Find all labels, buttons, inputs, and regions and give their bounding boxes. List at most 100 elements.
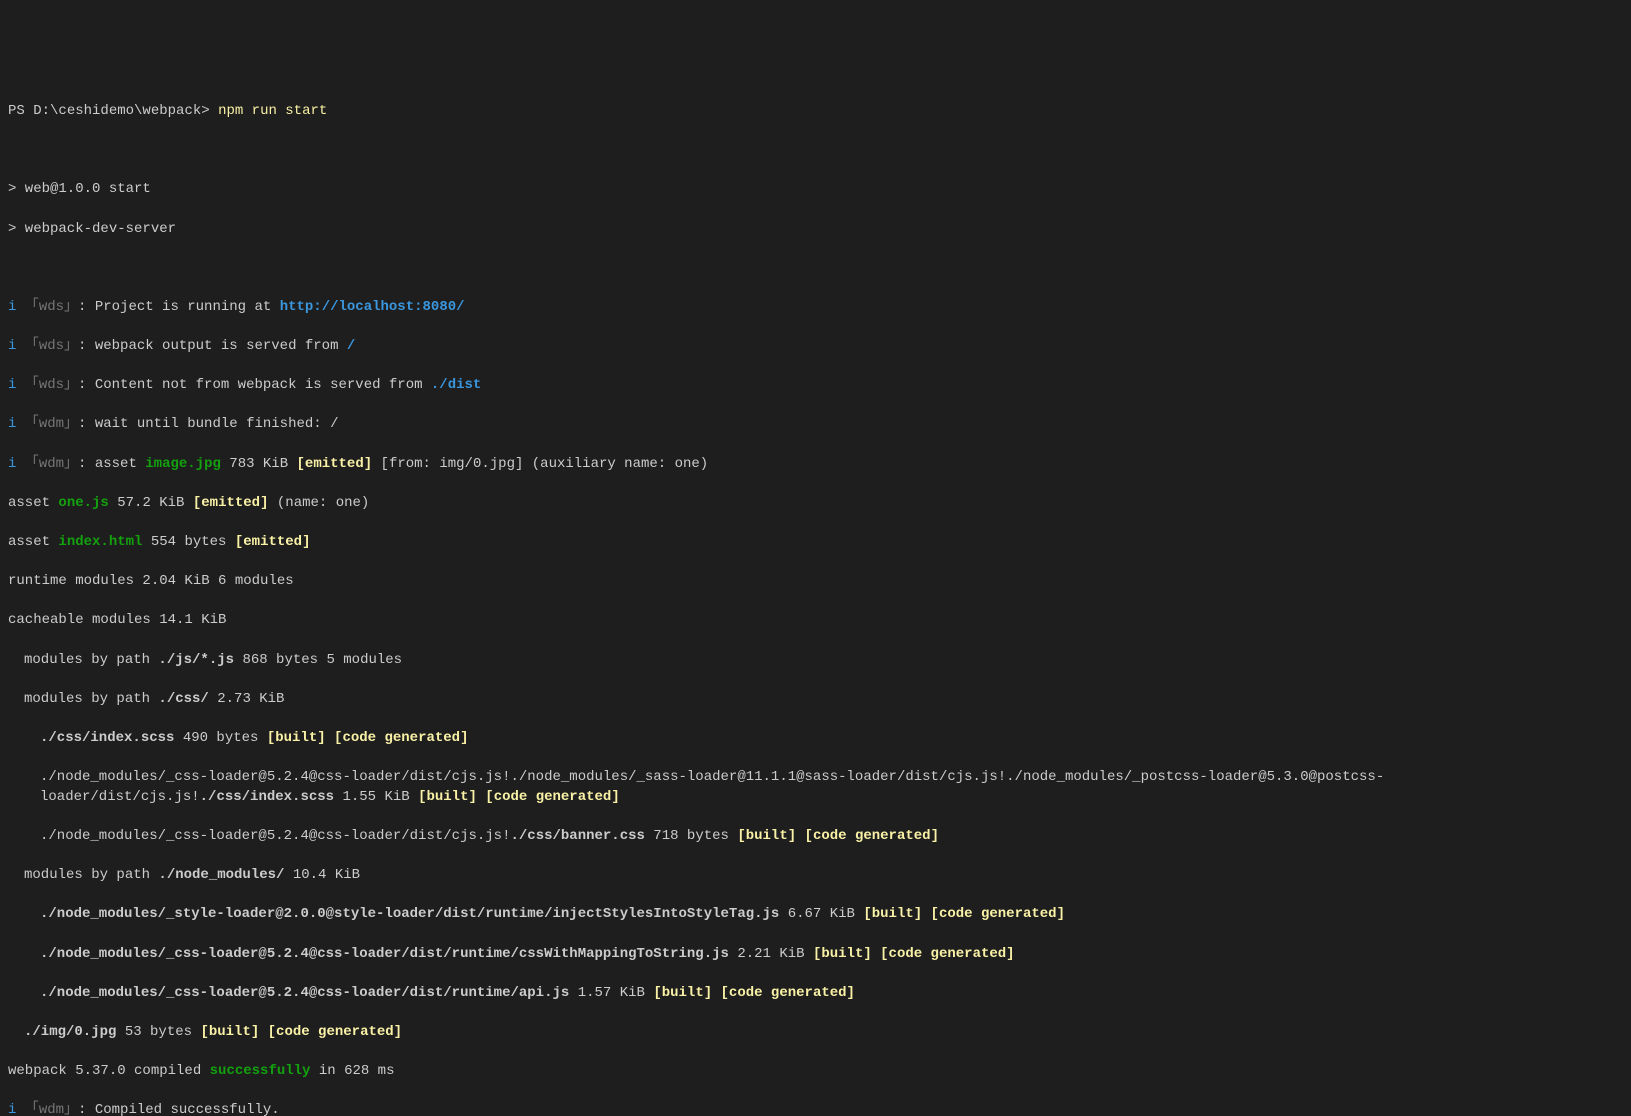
code-gen-tag: [code generated]	[712, 985, 855, 1001]
banner-size: 718 bytes	[645, 828, 737, 844]
banner-bold: ./css/banner.css	[510, 828, 644, 844]
bracket-open: 「	[16, 377, 38, 393]
bracket-open: 「	[16, 456, 38, 472]
built-tag: [built]	[813, 946, 872, 962]
colon: :	[78, 338, 95, 354]
nm-rest: 10.4 KiB	[284, 867, 360, 883]
js-path: ./js/*.js	[158, 652, 234, 668]
bracket-close: 」	[64, 416, 78, 432]
wait-text: wait until bundle finished: /	[95, 416, 339, 432]
colon: :	[78, 299, 95, 315]
style-loader-size: 6.67 KiB	[779, 906, 863, 922]
index-scss-line: ./css/index.scss 490 bytes [built] [code…	[8, 729, 1623, 749]
modules-prefix: modules by path	[24, 691, 158, 707]
long-bold: ./css/index.scss	[200, 789, 334, 805]
colon: :	[78, 1102, 95, 1116]
bracket-open: 「	[16, 338, 38, 354]
blank-line	[8, 259, 1623, 279]
css-rest: 2.73 KiB	[209, 691, 285, 707]
wdm-tag: wdm	[39, 456, 64, 472]
emitted-tag: [emitted]	[297, 456, 373, 472]
built-tag: [built]	[653, 985, 712, 1001]
css-path: ./css/	[158, 691, 208, 707]
bracket-open: 「	[16, 416, 38, 432]
modules-js-line: modules by path ./js/*.js 868 bytes 5 mo…	[8, 651, 1623, 671]
colon: :	[78, 377, 95, 393]
wdm-compiled-line: i 「wdm」: Compiled successfully.	[8, 1101, 1623, 1116]
banner-prefix: ./node_modules/_css-loader@5.2.4@css-loa…	[40, 828, 510, 844]
webpack-prefix: webpack 5.37.0 compiled	[8, 1063, 210, 1079]
css-loader-map-size: 2.21 KiB	[729, 946, 813, 962]
code-gen-tag: [code generated]	[259, 1024, 402, 1040]
code-gen-tag: [code generated]	[326, 730, 469, 746]
asset-label: asset	[8, 534, 58, 550]
img-size: 53 bytes	[116, 1024, 200, 1040]
colon: :	[78, 416, 95, 432]
modules-css-line: modules by path ./css/ 2.73 KiB	[8, 690, 1623, 710]
bracket-open: 「	[16, 299, 38, 315]
time-text: in 628 ms	[310, 1063, 394, 1079]
asset-label: asset	[8, 495, 58, 511]
image-name: image.jpg	[145, 456, 221, 472]
modules-nm-line: modules by path ./node_modules/ 10.4 KiB	[8, 866, 1623, 886]
index-size: 554 bytes	[142, 534, 234, 550]
colon: :	[78, 456, 95, 472]
url-link[interactable]: http://localhost:8080/	[280, 299, 465, 315]
wdm-tag: wdm	[39, 416, 64, 432]
modules-prefix: modules by path	[24, 652, 158, 668]
style-loader-line: ./node_modules/_style-loader@2.0.0@style…	[8, 905, 1623, 925]
prompt-arrow: >	[201, 103, 218, 119]
long-size: 1.55 KiB	[334, 789, 418, 805]
banner-line: ./node_modules/_css-loader@5.2.4@css-loa…	[8, 827, 1623, 847]
image-from: [from: img/0.jpg] (auxiliary name: one)	[372, 456, 708, 472]
img-path: ./img/0.jpg	[24, 1024, 116, 1040]
asset-one-line: asset one.js 57.2 KiB [emitted] (name: o…	[8, 494, 1623, 514]
emitted-tag: [emitted]	[193, 495, 269, 511]
index-scss-path: ./css/index.scss	[40, 730, 174, 746]
prompt-line: PS D:\ceshidemo\webpack> npm run start	[8, 102, 1623, 122]
code-gen-tag: [code generated]	[477, 789, 620, 805]
bracket-close: 」	[64, 456, 78, 472]
info-prefix: i	[8, 1102, 16, 1116]
bracket-close: 」	[64, 338, 78, 354]
image-size: 783 KiB	[221, 456, 297, 472]
one-size: 57.2 KiB	[109, 495, 193, 511]
img-line: ./img/0.jpg 53 bytes [built] [code gener…	[8, 1023, 1623, 1043]
code-gen-tag: [code generated]	[796, 828, 939, 844]
css-loader-map-line: ./node_modules/_css-loader@5.2.4@css-loa…	[8, 945, 1623, 965]
wdm-wait-line: i 「wdm」: wait until bundle finished: /	[8, 415, 1623, 435]
bracket-close: 」	[64, 377, 78, 393]
content-path: ./dist	[431, 377, 481, 393]
nm-path: ./node_modules/	[158, 867, 284, 883]
built-tag: [built]	[418, 789, 477, 805]
index-name: index.html	[58, 534, 142, 550]
bracket-close: 」	[64, 1102, 78, 1116]
code-gen-tag: [code generated]	[922, 906, 1065, 922]
ps-prefix: PS	[8, 103, 33, 119]
index-scss-size: 490 bytes	[174, 730, 266, 746]
wds-output-line: i 「wds」: webpack output is served from /	[8, 337, 1623, 357]
long-scss-line: ./node_modules/_css-loader@5.2.4@css-loa…	[8, 768, 1623, 807]
asset-prefix: asset	[95, 456, 145, 472]
js-rest: 868 bytes 5 modules	[234, 652, 402, 668]
one-suffix: (name: one)	[268, 495, 369, 511]
wds-tag: wds	[39, 299, 64, 315]
content-text: Content not from webpack is served from	[95, 377, 431, 393]
built-tag: [built]	[267, 730, 326, 746]
css-loader-map-path: ./node_modules/_css-loader@5.2.4@css-loa…	[40, 946, 729, 962]
modules-prefix: modules by path	[24, 867, 158, 883]
terminal-output[interactable]: PS D:\ceshidemo\webpack> npm run start >…	[8, 82, 1623, 1116]
code-gen-tag: [code generated]	[872, 946, 1015, 962]
cacheable-line: cacheable modules 14.1 KiB	[8, 611, 1623, 631]
wds-tag: wds	[39, 338, 64, 354]
bracket-close: 」	[64, 299, 78, 315]
bracket-open: 「	[16, 1102, 38, 1116]
prompt-path: D:\ceshidemo\webpack	[33, 103, 201, 119]
css-loader-api-path: ./node_modules/_css-loader@5.2.4@css-loa…	[40, 985, 569, 1001]
script-line-1: > web@1.0.0 start	[8, 180, 1623, 200]
wdm-tag: wdm	[39, 1102, 64, 1116]
blank-line	[8, 141, 1623, 161]
emitted-tag: [emitted]	[235, 534, 311, 550]
built-tag: [built]	[200, 1024, 259, 1040]
command-text: npm run start	[218, 103, 327, 119]
